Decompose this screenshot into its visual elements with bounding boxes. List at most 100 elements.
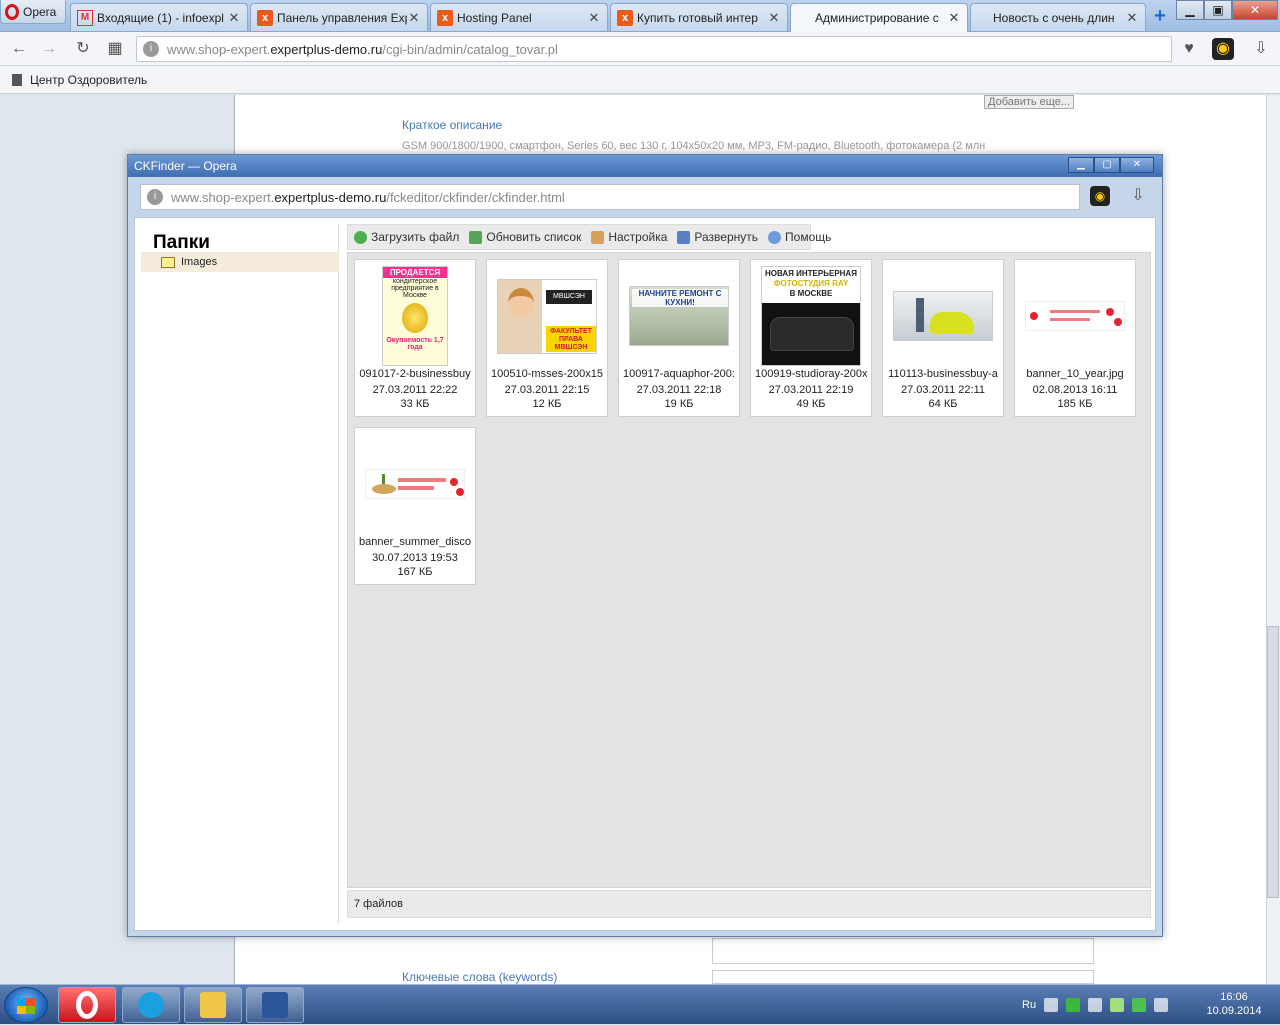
file-date: 27.03.2011 22:22 [372,384,458,396]
file-thumb[interactable]: ПРОДАЕТСЯ кондитерское предприятие в Мос… [354,259,476,417]
close-tab-icon[interactable]: ✕ [1125,10,1139,26]
ckfinder-body: Папки Images Загрузить файл Обновить спи… [134,217,1156,931]
file-name: 100510-msses-200x15 [491,368,603,380]
close-tab-icon[interactable]: ✕ [767,10,781,26]
back-arrow-icon[interactable]: ← [8,38,30,60]
thumbnail-image [1025,266,1125,366]
page-textarea[interactable] [712,938,1094,964]
popup-maximize-icon[interactable]: ▢ [1094,157,1120,173]
close-tab-icon[interactable]: ✕ [407,10,421,26]
tab-control-panel[interactable]: x Панель управления Exp ✕ [250,3,428,31]
tab-administration[interactable]: Администрирование с ✕ [790,3,968,32]
speed-dial-grid-icon[interactable]: ▦ [104,38,126,60]
file-thumb[interactable]: НАЧНИТЕ РЕМОНТ С КУХНИ! 100917-aquaphor-… [618,259,740,417]
address-bar[interactable]: i www.shop-expert. expertplus-demo.ru /c… [136,36,1172,62]
signal-icon[interactable] [1154,998,1169,1012]
short-description-textarea[interactable]: GSM 900/1800/1900, смартфон, Series 60, … [402,140,1092,154]
ball-icon [450,478,458,486]
keywords-input[interactable] [712,970,1094,984]
file-thumb[interactable]: 110113-businessbuy-a 27.03.2011 22:11 64… [882,259,1004,417]
folders-title: Папки [153,232,210,253]
upload-button[interactable]: Загрузить файл [354,230,459,244]
tab-title: Администрирование с [815,11,939,25]
ball-icon [1114,318,1122,326]
popup-address-bar[interactable]: i www.shop-expert. expertplus-demo.ru /f… [140,184,1080,210]
extension-icon[interactable]: ◉ [1090,186,1110,206]
thumb-text: ПРОДАЕТСЯ [383,267,447,278]
clock[interactable]: 16:06 10.09.2014 [1194,990,1274,1018]
new-tab-button[interactable]: + [1150,6,1170,26]
thumb-text: В МОСКВЕ [789,289,833,298]
flag-icon[interactable] [1088,998,1103,1012]
help-button[interactable]: Помощь [768,230,831,244]
tab-buy-store[interactable]: x Купить готовый интер ✕ [610,3,788,31]
file-size: 12 КБ [532,398,562,410]
refresh-button[interactable]: Обновить список [469,230,581,244]
thumb-text: Окупаемость 1,7 года [386,337,444,351]
file-thumb[interactable]: НОВАЯ ИНТЕРЬЕРНАЯ ФОТОСТУДИЯ RAY В МОСКВ… [750,259,872,417]
banner-text-shape [398,478,446,482]
opera-menu-label: Opera [23,4,57,19]
maximize-icon[interactable]: ▣ [1204,0,1232,20]
popup-minimize-icon[interactable]: ▁ [1068,157,1094,173]
maximize-button[interactable]: Развернуть [677,230,758,244]
file-thumb[interactable]: banner_summer_disco 30.07.2013 19:53 167… [354,427,476,585]
tab-gmail[interactable]: M Входящие (1) - infoexpl ✕ [70,3,248,31]
upload-label: Загрузить файл [371,230,460,244]
folder-icon [200,992,226,1018]
file-thumb[interactable]: МВШСЭН ФАКУЛЬТЕТ ПРАВА МВШСЭН 100510-mss… [486,259,608,417]
coin-icon [402,303,428,333]
folder-icon [161,256,175,268]
keywords-label: Ключевые слова (keywords) [402,970,558,984]
ckfinder-window: CKFinder — Opera ▁ ▢ ✕ i www.shop-expert… [127,154,1163,937]
status-bar: 7 файлов [347,890,1151,918]
download-icon[interactable]: ⇩ [1128,186,1148,206]
thumb-text: НОВАЯ ИНТЕРЬЕРНАЯ [765,269,857,278]
opera-menu-button[interactable]: Opera [0,0,66,24]
taskbar-skype[interactable] [122,987,180,1023]
bookmark-item[interactable]: Центр Оздоровитель [30,73,147,87]
download-icon[interactable]: ⇩ [1250,38,1272,60]
banner-text-shape [1050,310,1100,313]
banner-text-shape [1050,318,1090,321]
file-date: 27.03.2011 22:11 [900,384,985,396]
ckfinder-toolbar: Загрузить файл Обновить список Настройка… [347,224,831,250]
thumbnail-image [365,434,465,534]
popup-close-icon[interactable]: ✕ [1120,157,1154,173]
network-icon[interactable] [1132,998,1147,1012]
close-tab-icon[interactable]: ✕ [227,10,241,26]
speaker-icon[interactable] [1044,998,1059,1012]
file-name: 110113-businessbuy-a [888,368,998,380]
file-thumb[interactable]: banner_10_year.jpg 02.08.2013 16:11 185 … [1014,259,1136,417]
close-tab-icon[interactable]: ✕ [587,10,601,26]
settings-button[interactable]: Настройка [591,230,667,244]
forward-arrow-icon[interactable]: → [38,38,60,60]
start-button[interactable] [4,987,48,1023]
taskbar-opera[interactable] [58,987,116,1023]
extension-icon[interactable]: ◉ [1212,38,1234,60]
island-icon [372,484,396,494]
scrollbar-thumb[interactable] [1267,626,1279,898]
close-window-icon[interactable]: ✕ [1232,0,1278,20]
refresh-label: Обновить список [486,230,582,244]
tab-hosting-panel[interactable]: x Hosting Panel ✕ [430,3,608,31]
folder-images[interactable]: Images [141,252,339,272]
add-more-button[interactable]: Добавить еще... [984,95,1075,109]
file-size: 33 КБ [400,398,430,410]
reload-icon[interactable]: ↻ [72,38,94,60]
heart-icon[interactable]: ♥ [1178,38,1200,60]
tab-title: Новость с очень длин [993,10,1115,25]
ball-icon [1106,308,1114,316]
close-tab-icon[interactable]: ✕ [947,10,961,26]
language-indicator[interactable]: Ru [1022,999,1036,1011]
tab-news[interactable]: Новость с очень длин ✕ [970,3,1146,31]
chat-icon[interactable] [1110,998,1125,1012]
globe-icon: i [143,41,159,57]
files-panel: ПРОДАЕТСЯ кондитерское предприятие в Мос… [347,252,1151,888]
minimize-icon[interactable]: ▁ [1176,0,1204,20]
taskbar-explorer[interactable] [184,987,242,1023]
checkmark-icon[interactable] [1066,998,1081,1012]
taskbar-word[interactable] [246,987,304,1023]
file-size: 64 КБ [928,398,958,410]
file-date: 27.03.2011 22:18 [636,384,722,396]
